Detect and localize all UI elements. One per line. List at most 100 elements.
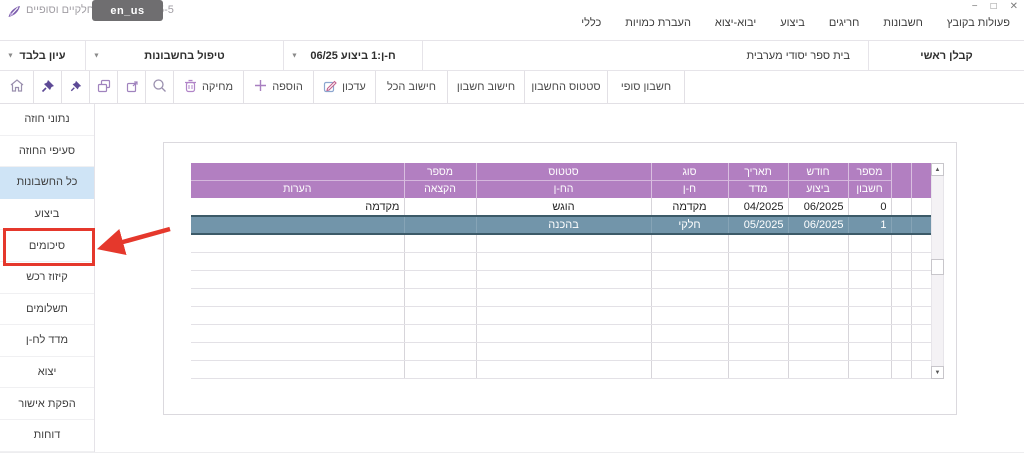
cell-account-type: חלקי (651, 215, 729, 235)
table-row-empty[interactable] (191, 342, 931, 361)
sidebar-item-summaries[interactable]: סיכומים (0, 230, 94, 262)
language-badge[interactable]: en_us (92, 0, 163, 21)
table-row-selected[interactable]: 1 06/2025 05/2025 חלקי בהכנה (191, 215, 931, 235)
final-account-button[interactable]: חשבון סופי (608, 71, 685, 103)
table-row[interactable]: 0 06/2025 04/2025 מקדמה הוגש מקדמה (191, 198, 931, 217)
cell-allocation (404, 198, 477, 217)
pin-icon (41, 79, 55, 96)
account-status-button[interactable]: סטטוס החשבון (525, 71, 608, 103)
app-window: 2025-5 חשבונות חלקיים וסופיים en_us − □ … (0, 0, 1024, 457)
cell-account-status: בהכנה (476, 215, 652, 235)
menu-accounts[interactable]: חשבונות (871, 17, 934, 33)
home-button[interactable] (0, 71, 34, 103)
sidebar-item-export[interactable]: יצוא (0, 357, 94, 389)
cell-index-date: 05/2025 (728, 215, 789, 235)
header-execution-month[interactable]: חודש ביצוע (788, 163, 849, 198)
table-row-empty[interactable] (191, 306, 931, 325)
calculate-account-label: חישוב חשבון (456, 81, 516, 93)
calculate-account-button[interactable]: חישוב חשבון (448, 71, 525, 103)
accounts-panel: מספר חשבון חודש ביצוע תאריך מדד סוג ח-ן סטטו… (163, 142, 957, 415)
header-account-type[interactable]: סוג ח-ן (651, 163, 729, 198)
view-mode-dropdown[interactable]: עיון בלבד ▼ (0, 41, 85, 70)
table-row-empty[interactable] (191, 288, 931, 307)
window-controls: − □ ✕ (972, 1, 1018, 12)
window-arrow-icon (125, 79, 139, 96)
table-row-empty[interactable] (191, 360, 931, 379)
trash-icon (184, 79, 197, 96)
pin-button[interactable] (34, 71, 62, 103)
edit-pencil-icon (323, 79, 337, 96)
sidebar: נתוני חוזה סעיפי החוזה כל החשבונות ביצוע… (0, 104, 95, 452)
contractor-label: קבלן ראשי (868, 41, 1024, 70)
menu-file-actions[interactable]: פעולות בקובץ (935, 17, 1022, 33)
home-icon (9, 78, 25, 96)
pin-small-button[interactable] (62, 71, 90, 103)
delete-button[interactable]: מחיקה (174, 71, 244, 103)
pin-icon (70, 80, 82, 95)
header-allocation-number[interactable]: מספר הקצאה (404, 163, 477, 198)
cell-account-number: 0 (848, 198, 892, 217)
final-account-label: חשבון סופי (620, 81, 672, 93)
add-button-label: הוספה (272, 81, 303, 93)
sidebar-item-reports[interactable]: דוחות (0, 420, 94, 452)
sidebar-item-contract-clauses[interactable]: סעיפי החוזה (0, 136, 94, 168)
add-button[interactable]: הוספה (244, 71, 314, 103)
project-name: בית ספר יסודי מערבית (422, 41, 868, 70)
table-row-empty[interactable] (191, 324, 931, 343)
cell-execution-month: 06/2025 (788, 198, 849, 217)
table-row-empty[interactable] (191, 270, 931, 289)
sidebar-item-approval[interactable]: הפקת אישור (0, 388, 94, 420)
context-bar: קבלן ראשי בית ספר יסודי מערבית ח-ן:1 ביצ… (0, 40, 1024, 71)
accounts-table: מספר חשבון חודש ביצוע תאריך מדד סוג ח-ן סטטו… (191, 163, 931, 379)
app-logo-icon (7, 4, 21, 24)
table-row-empty[interactable] (191, 252, 931, 271)
chevron-down-icon[interactable]: ▼ (7, 52, 14, 59)
menu-import-export[interactable]: יבוא-יצוא (703, 17, 768, 33)
header-account-number[interactable]: מספר חשבון (848, 163, 892, 198)
header-index-date[interactable]: תאריך מדד (728, 163, 789, 198)
sidebar-item-procurement-offset[interactable]: קיזוז רכש (0, 262, 94, 294)
chevron-down-icon[interactable]: ▼ (291, 52, 298, 59)
maximize-icon[interactable]: □ (991, 1, 997, 12)
cell-execution-month: 06/2025 (788, 215, 849, 235)
cascade-windows-button[interactable] (90, 71, 118, 103)
table-body: 0 06/2025 04/2025 מקדמה הוגש מקדמה 1 06/… (191, 198, 931, 379)
cell-notes (191, 215, 405, 235)
cascade-windows-icon (97, 79, 111, 96)
calculate-all-button[interactable]: חישוב הכל (376, 71, 448, 103)
table-row-empty[interactable] (191, 234, 931, 253)
sidebar-item-payments[interactable]: תשלומים (0, 294, 94, 326)
header-marker-col (911, 163, 931, 198)
account-dropdown[interactable]: ח-ן:1 ביצוע 06/25 ▼ (283, 41, 422, 70)
footer-divider (0, 452, 1024, 453)
cell-account-status: הוגש (476, 198, 652, 217)
cell-account-number: 1 (848, 215, 892, 235)
header-notes[interactable]: הערות (191, 163, 405, 198)
scroll-up-icon[interactable]: ▲ (931, 163, 944, 176)
menubar: פעולות בקובץ חשבונות חריגים ביצוע יבוא-י… (569, 17, 1022, 33)
vertical-scrollbar[interactable]: ▲ ▼ (931, 163, 944, 379)
plus-icon (254, 79, 267, 95)
module-dropdown[interactable]: טיפול בחשבונות ▼ (85, 41, 283, 70)
scrollbar-thumb[interactable] (931, 259, 944, 275)
calculate-all-label: חישוב הכל (387, 81, 436, 93)
menu-quantity-transfer[interactable]: העברת כמויות (613, 17, 703, 33)
close-icon[interactable]: ✕ (1010, 1, 1018, 12)
cell-account-type: מקדמה (651, 198, 729, 217)
menu-general[interactable]: כללי (569, 17, 613, 33)
sidebar-item-execution[interactable]: ביצוע (0, 199, 94, 231)
menu-exceptions[interactable]: חריגים (817, 17, 872, 33)
search-button[interactable] (146, 71, 174, 103)
scroll-down-icon[interactable]: ▼ (931, 366, 944, 379)
update-button[interactable]: עדכון (314, 71, 376, 103)
minimize-icon[interactable]: − (972, 1, 978, 12)
header-account-status[interactable]: סטטוס הח-ן (476, 163, 652, 198)
chevron-down-icon[interactable]: ▼ (93, 52, 100, 59)
sidebar-item-all-accounts[interactable]: כל החשבונות (0, 167, 94, 199)
export-window-button[interactable] (118, 71, 146, 103)
sidebar-item-account-index[interactable]: מדד לח-ן (0, 325, 94, 357)
search-icon (152, 78, 167, 96)
menu-execution[interactable]: ביצוע (768, 17, 817, 33)
sidebar-item-contract-data[interactable]: נתוני חוזה (0, 104, 94, 136)
